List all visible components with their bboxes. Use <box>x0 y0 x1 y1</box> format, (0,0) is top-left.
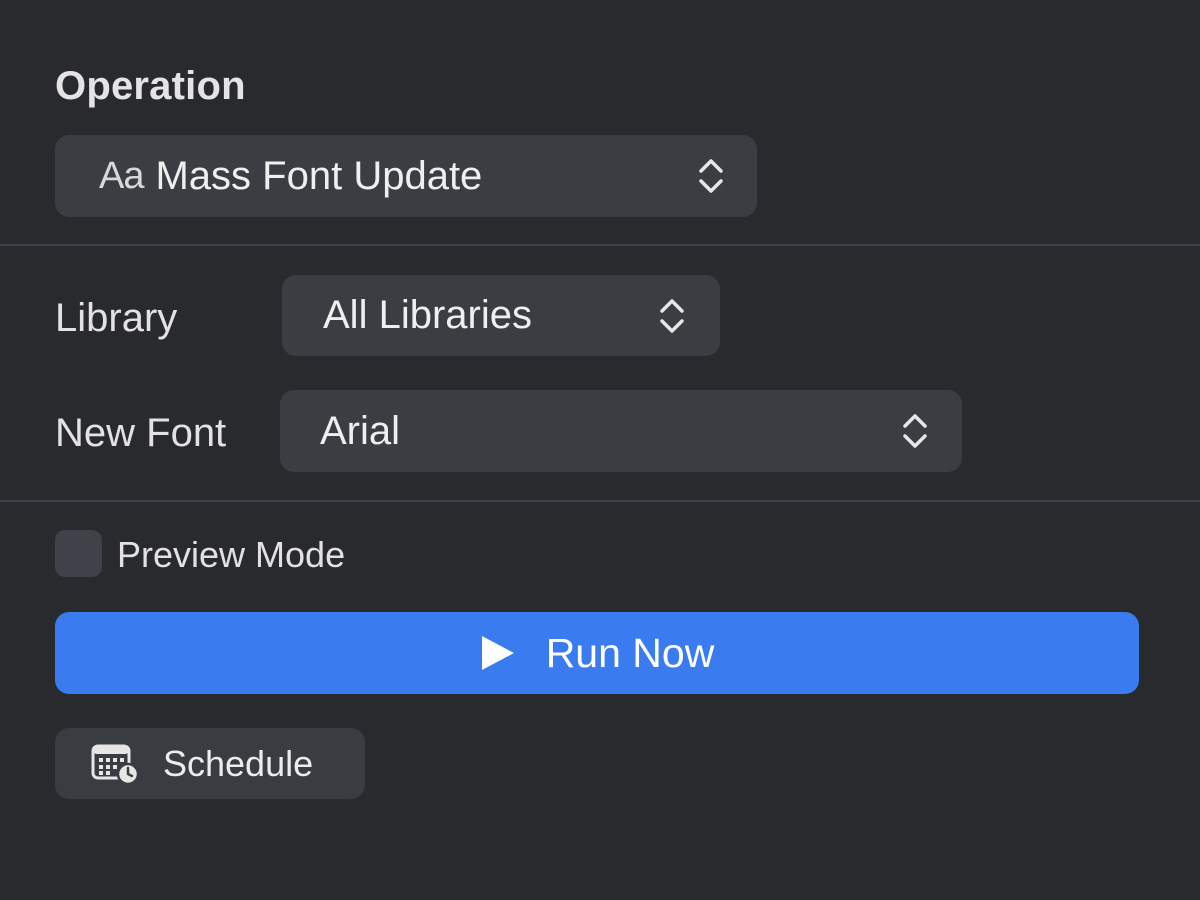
play-icon <box>481 636 514 670</box>
operation-popup-value: Mass Font Update <box>155 153 483 198</box>
font-aa-icon: Aa <box>99 154 144 197</box>
schedule-label: Schedule <box>163 742 314 784</box>
library-popup-value: All Libraries <box>323 293 532 337</box>
library-popup[interactable]: All Libraries <box>282 275 720 356</box>
operation-popup[interactable]: Aa Mass Font Update <box>55 135 757 217</box>
preview-mode-checkbox[interactable] <box>55 530 102 577</box>
divider <box>0 500 1200 502</box>
new-font-popup-value: Arial <box>320 408 401 453</box>
new-font-popup[interactable]: Arial <box>280 390 962 472</box>
up-down-chevron-icon <box>903 414 927 448</box>
up-down-chevron-icon <box>660 298 684 333</box>
operation-panel: Operation Aa Mass Font Update Library Al… <box>0 0 1200 900</box>
up-down-chevron-icon <box>699 159 723 193</box>
divider <box>0 244 1200 246</box>
schedule-button[interactable]: Schedule <box>55 728 365 799</box>
preview-mode-label[interactable]: Preview Mode <box>117 534 345 576</box>
new-font-label: New Font <box>55 411 227 455</box>
library-label: Library <box>55 296 178 340</box>
calendar-clock-icon <box>91 744 139 785</box>
run-now-button[interactable]: Run Now <box>55 612 1139 694</box>
run-now-label: Run Now <box>545 629 715 676</box>
operation-section-title: Operation <box>55 64 246 108</box>
